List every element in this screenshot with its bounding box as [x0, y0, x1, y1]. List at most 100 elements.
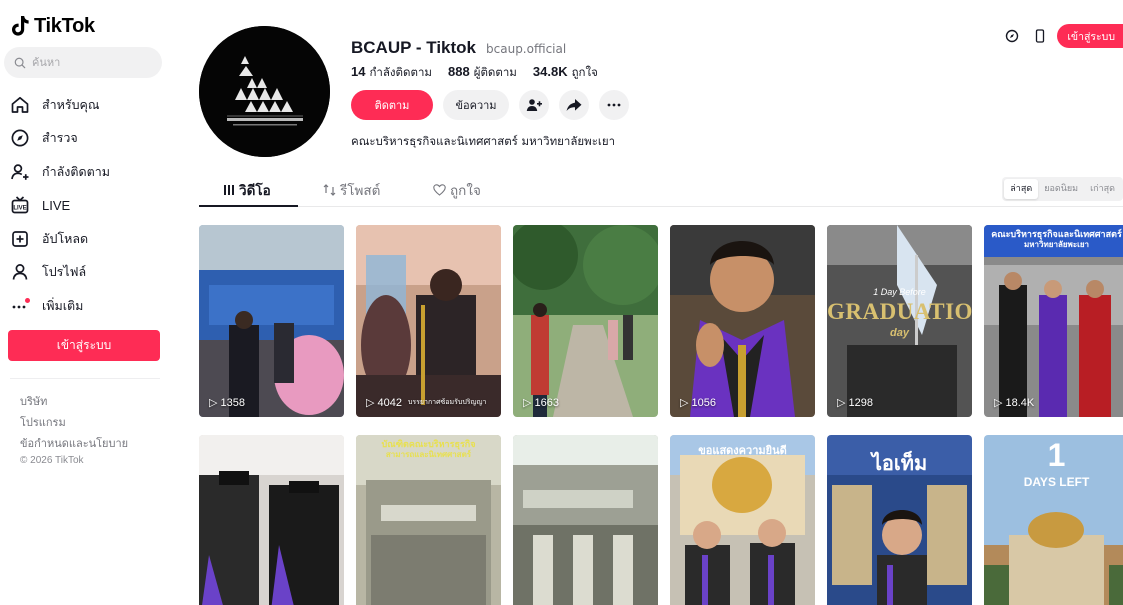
video-tile[interactable]: ▷ 1056 [670, 225, 815, 417]
video-thumbnail [199, 435, 344, 605]
video-tile[interactable]: ▷ 4042 บรรยากาศซ้อมรับปริญญา [356, 225, 501, 417]
add-friend-button[interactable] [519, 90, 549, 120]
tiktok-profile-page: TikTok สำหรับคุณ สำรวจ [0, 0, 1123, 605]
live-icon: LIVE [10, 195, 30, 215]
sidebar-item-label: เพิ่มเติม [42, 297, 84, 313]
view-count-value: 4042 [377, 396, 402, 409]
sidebar-item-for-you[interactable]: สำหรับคุณ [10, 88, 160, 122]
video-tile[interactable]: ▷ 1663 [513, 225, 658, 417]
profile-tabs: วิดีโอ รีโพสต์ ถูกใจ [199, 172, 1123, 207]
play-icon: ▷ [523, 397, 532, 409]
sidebar-item-label: กำลังติดตาม [42, 163, 110, 179]
search-icon [14, 57, 26, 68]
following-icon [10, 162, 30, 182]
video-title-line2: DAYS LEFT [1023, 475, 1090, 489]
sidebar-item-label: โปรไฟล์ [42, 264, 87, 280]
profile-stats: 14 กำลังติดตาม 888 ผู้ติดตาม 34.8K ถูกใจ [351, 64, 598, 82]
video-title-line2: GRADUATION [827, 299, 972, 324]
tab-label: ถูกใจ [450, 183, 481, 199]
sidebar-item-profile[interactable]: โปรไฟล์ [10, 256, 160, 290]
sidebar-item-live[interactable]: LIVE LIVE [10, 189, 160, 223]
video-subtitle: สามารถและนิเทศศาสตร์ [385, 450, 472, 459]
sidebar-item-upload[interactable]: อัปโหลด [10, 222, 160, 256]
view-count-value: 1663 [534, 396, 559, 409]
profile-icon [10, 262, 30, 282]
view-count-value: 1358 [220, 396, 245, 409]
footer-link-program[interactable]: โปรแกรม [20, 413, 128, 434]
profile-actions: ติดตาม ข้อความ [351, 90, 629, 120]
top-right-actions: เข้าสู่ระบบ [991, 24, 1123, 48]
sidebar: TikTok สำหรับคุณ สำรวจ [0, 0, 172, 605]
tab-reposts[interactable]: รีโพสต์ [323, 179, 380, 201]
video-tile[interactable]: คณะบริหารธุรกิจและนิเทศศาสตร์ มหาวิทยาลั… [984, 225, 1123, 417]
sort-oldest[interactable]: เก่าสุด [1084, 179, 1121, 199]
upload-icon [10, 229, 30, 249]
compass-icon [10, 128, 30, 148]
video-thumbnail [984, 225, 1123, 417]
sidebar-item-label: อัปโหลด [42, 230, 89, 246]
top-login-button[interactable]: เข้าสู่ระบบ [1057, 24, 1123, 48]
view-count: ▷ 1056 [680, 396, 716, 410]
profile-name-row: BCAUP - Tiktok bcaup.official [351, 38, 566, 58]
active-tab-indicator [199, 205, 298, 207]
sidebar-footer: บริษัท โปรแกรม ข้อกำหนดและนโยบาย © 2026 … [20, 392, 128, 466]
video-tile[interactable]: ขอแสดงความยินดี [670, 435, 815, 605]
following-label: กำลังติดตาม [369, 65, 432, 79]
more-options-button[interactable] [599, 90, 629, 120]
copyright-text: © 2026 TikTok [20, 455, 84, 466]
home-icon [10, 95, 30, 115]
video-tile[interactable]: ▷ 1358 [199, 225, 344, 417]
video-thumbnail [670, 435, 815, 605]
share-button[interactable] [559, 90, 589, 120]
play-icon: ▷ [994, 397, 1003, 409]
followers-count: 888 [448, 64, 470, 79]
coin-icon[interactable] [1001, 25, 1023, 47]
video-title: ขอแสดงความยินดี [698, 445, 787, 457]
sidebar-item-label: สำรวจ [42, 130, 78, 146]
following-stat[interactable]: 14 กำลังติดตาม [351, 64, 432, 82]
tiktok-note-icon [12, 16, 29, 36]
search-input[interactable] [32, 56, 152, 69]
view-count: ▷ 1663 [523, 396, 559, 410]
add-user-icon [526, 99, 542, 111]
bcaup-logo-image [199, 26, 330, 157]
message-button[interactable]: ข้อความ [443, 90, 509, 120]
sidebar-item-label: LIVE [42, 197, 71, 213]
share-icon [566, 99, 582, 111]
followers-stat[interactable]: 888 ผู้ติดตาม [448, 64, 517, 82]
video-tile[interactable]: ไอเท็ม [827, 435, 972, 605]
profile-avatar [199, 26, 330, 157]
tab-label: รีโพสต์ [340, 183, 381, 199]
sidebar-item-more[interactable]: เพิ่มเติม [10, 289, 160, 323]
sort-popular[interactable]: ยอดนิยม [1038, 179, 1084, 199]
play-icon: ▷ [680, 397, 689, 409]
video-tile[interactable] [199, 435, 344, 605]
tab-label: วิดีโอ [239, 183, 271, 199]
following-count: 14 [351, 64, 366, 79]
profile-handle: bcaup.official [486, 42, 567, 56]
search-box[interactable] [4, 47, 162, 78]
video-tile[interactable]: บัณฑิตคณะบริหารธุรกิจ สามารถและนิเทศศาสต… [356, 435, 501, 605]
video-tile[interactable]: 1 Day Before GRADUATION day ▷1298 [827, 225, 972, 417]
phone-icon[interactable] [1029, 25, 1051, 47]
sort-latest[interactable]: ล่าสุด [1004, 179, 1039, 199]
view-count: ▷ 1298 [837, 396, 873, 410]
tab-videos[interactable]: วิดีโอ [223, 179, 271, 201]
likes-stat: 34.8K ถูกใจ [533, 64, 598, 82]
heart-icon [433, 184, 446, 196]
likes-count: 34.8K [532, 64, 568, 79]
video-tile[interactable] [513, 435, 658, 605]
footer-link-terms[interactable]: ข้อกำหนดและนโยบาย [20, 434, 128, 455]
view-count-value: 18.4K [1005, 396, 1035, 409]
footer-link-company[interactable]: บริษัท [20, 392, 128, 413]
sidebar-item-explore[interactable]: สำรวจ [10, 122, 160, 156]
sidebar-item-following[interactable]: กำลังติดตาม [10, 155, 160, 189]
view-count: ▷ 1358 [209, 396, 245, 410]
tiktok-logo[interactable]: TikTok [10, 14, 95, 38]
video-tile[interactable]: 1 DAYS LEFT [984, 435, 1123, 605]
follow-button[interactable]: ติดตาม [351, 90, 433, 120]
tab-liked[interactable]: ถูกใจ [433, 179, 481, 201]
ellipsis-icon [607, 103, 621, 107]
sidebar-login-button[interactable]: เข้าสู่ระบบ [8, 330, 160, 361]
video-caption: บรรยากาศซ้อมรับปริญญา [407, 399, 487, 406]
